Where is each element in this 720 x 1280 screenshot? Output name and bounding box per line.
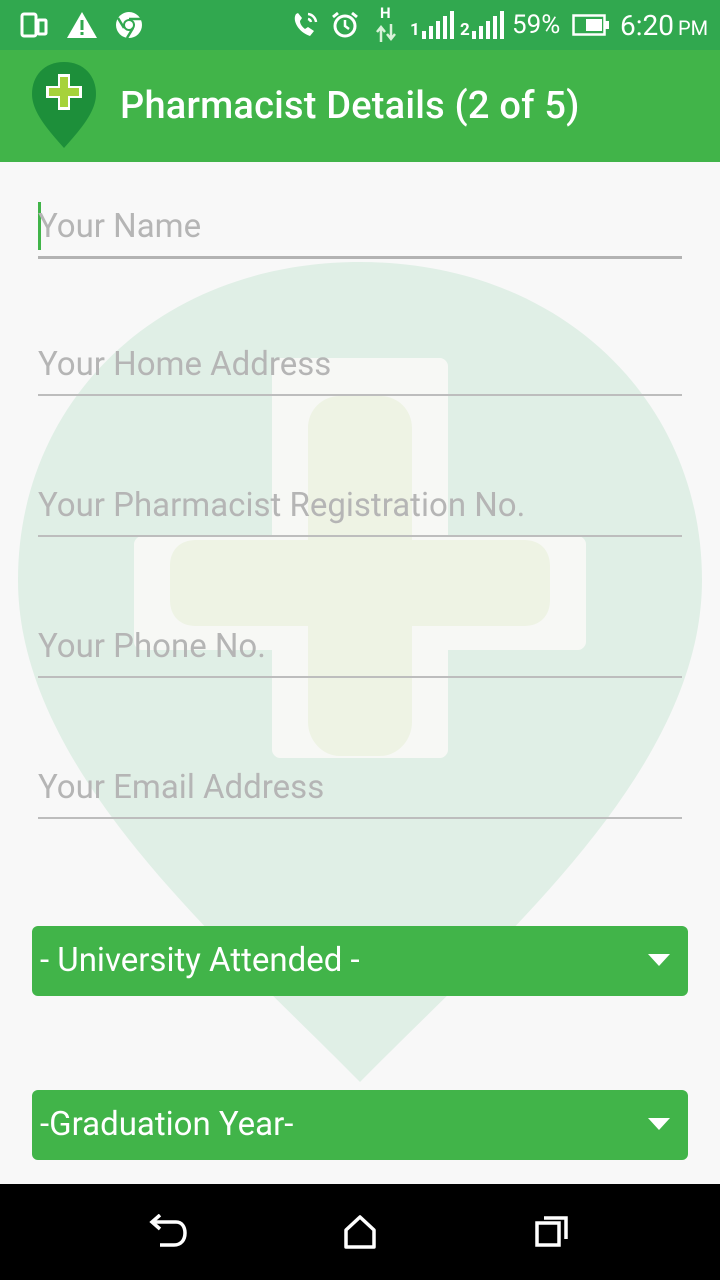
- battery-percent: 59%: [512, 0, 560, 50]
- clock: 6:20 PM: [620, 0, 708, 50]
- battery-icon: [572, 0, 610, 50]
- clock-time: 6:20: [620, 8, 674, 42]
- status-bar: H 1 2 59% 6:20 PM: [0, 0, 720, 50]
- name-placeholder: Your Name: [38, 207, 202, 246]
- chrome-icon: [114, 0, 144, 50]
- network-type: H: [380, 4, 391, 22]
- battery-percent-text: 59%: [512, 10, 561, 40]
- navigation-bar: [0, 1184, 720, 1280]
- phone-field[interactable]: Your Phone No.: [38, 606, 682, 678]
- wifi-calling-icon: [290, 0, 320, 50]
- home-icon[interactable]: [342, 1214, 378, 1254]
- dropdown-arrow-icon: [648, 954, 670, 966]
- app-bar: Pharmacist Details (2 of 5): [0, 50, 720, 162]
- sim2-label: 2: [460, 20, 470, 40]
- page-title: Pharmacist Details (2 of 5): [120, 84, 580, 128]
- phone-placeholder: Your Phone No.: [38, 627, 266, 666]
- pharmacy-pin-icon: [28, 60, 100, 156]
- signal-icon: 2: [460, 0, 506, 50]
- signal-icon: 1: [410, 0, 456, 50]
- name-field[interactable]: Your Name: [38, 186, 682, 259]
- university-dropdown[interactable]: - University Attended -: [32, 926, 688, 996]
- alarm-icon: [330, 0, 360, 50]
- clock-ampm: PM: [678, 16, 709, 40]
- graduation-year-dropdown-label: -Graduation Year-: [40, 1105, 294, 1144]
- registration-number-placeholder: Your Pharmacist Registration No.: [38, 486, 526, 525]
- email-field[interactable]: Your Email Address: [38, 747, 682, 819]
- screen-icon: [20, 0, 48, 50]
- back-icon[interactable]: [148, 1213, 188, 1254]
- data-arrows-icon: H: [374, 0, 400, 50]
- sim1-label: 1: [410, 20, 420, 40]
- home-address-field[interactable]: Your Home Address: [38, 324, 682, 396]
- email-placeholder: Your Email Address: [38, 768, 325, 807]
- recents-icon[interactable]: [534, 1214, 570, 1254]
- dropdown-arrow-icon: [648, 1118, 670, 1130]
- registration-number-field[interactable]: Your Pharmacist Registration No.: [38, 465, 682, 537]
- university-dropdown-label: - University Attended -: [40, 941, 360, 980]
- warning-icon: [66, 0, 98, 50]
- home-address-placeholder: Your Home Address: [38, 345, 332, 384]
- graduation-year-dropdown[interactable]: -Graduation Year-: [32, 1090, 688, 1160]
